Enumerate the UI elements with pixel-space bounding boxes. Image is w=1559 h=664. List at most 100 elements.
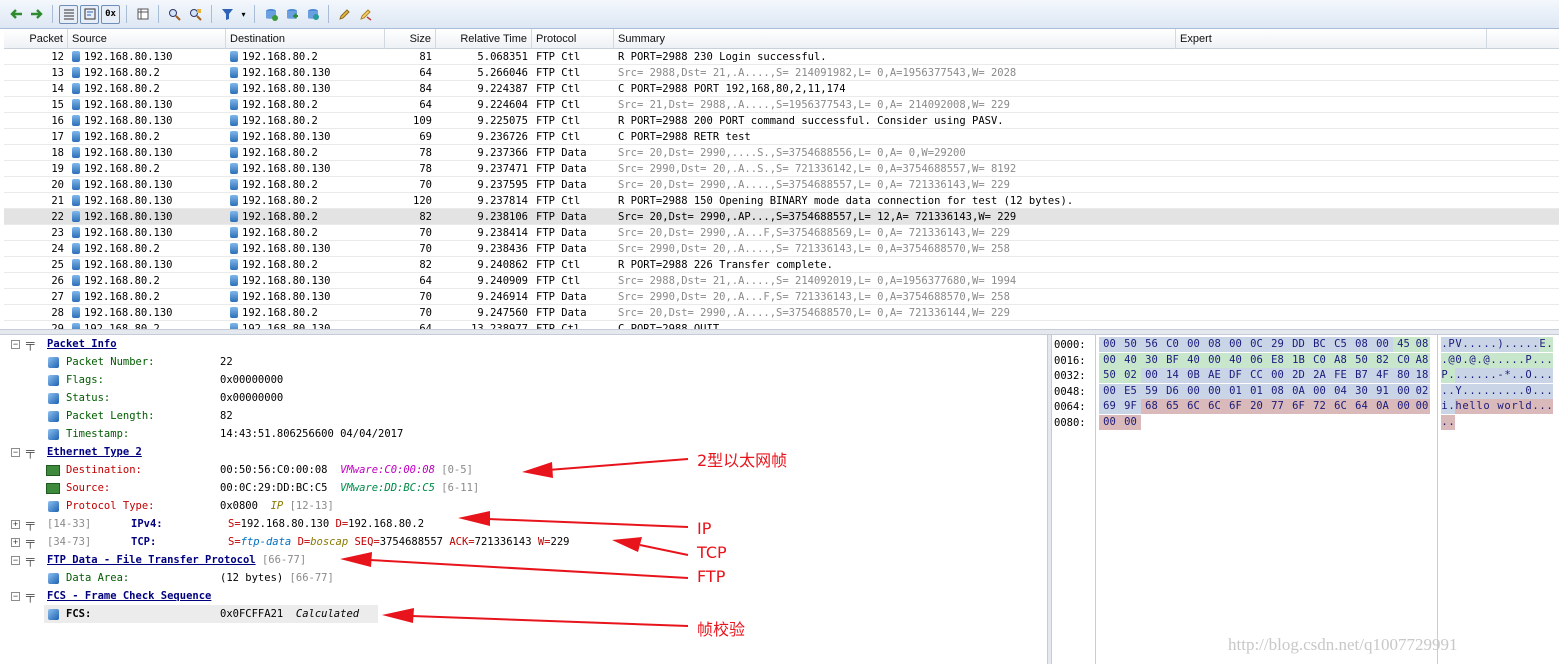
- hex-byte[interactable]: 80: [1393, 368, 1414, 383]
- ascii-char[interactable]: .: [1497, 352, 1504, 368]
- hex-byte[interactable]: 40: [1120, 352, 1141, 368]
- column-header-source[interactable]: Source: [68, 29, 226, 49]
- hex-byte[interactable]: 00: [1183, 337, 1204, 352]
- ascii-char[interactable]: .: [1441, 414, 1448, 430]
- hex-byte[interactable]: 6C: [1204, 399, 1225, 414]
- ascii-char[interactable]: .: [1532, 368, 1539, 383]
- ascii-char[interactable]: .: [1504, 383, 1511, 399]
- hex-byte[interactable]: 0A: [1372, 399, 1393, 414]
- hex-byte[interactable]: 30: [1141, 352, 1162, 368]
- ascii-char[interactable]: .: [1546, 352, 1553, 368]
- hex-byte[interactable]: 50: [1099, 368, 1120, 383]
- table-row[interactable]: 17 192.168.80.2 192.168.80.130 69 9.236726 FT…: [4, 129, 1559, 145]
- ascii-char[interactable]: .: [1518, 352, 1525, 368]
- hex-byte[interactable]: CC: [1246, 368, 1267, 383]
- column-header-summary[interactable]: Summary: [614, 29, 1176, 49]
- ascii-char[interactable]: l: [1518, 399, 1525, 414]
- back-icon[interactable]: [6, 5, 25, 24]
- ascii-char[interactable]: .: [1490, 352, 1497, 368]
- ascii-char[interactable]: [1490, 399, 1497, 414]
- column-header-size[interactable]: Size: [385, 29, 436, 49]
- ascii-char[interactable]: .: [1490, 368, 1497, 383]
- collapse-toggle[interactable]: −: [11, 556, 20, 565]
- ascii-char[interactable]: E: [1539, 337, 1546, 352]
- hex-byte[interactable]: 72: [1309, 399, 1330, 414]
- expand-toggle[interactable]: +: [11, 538, 20, 547]
- hex-byte[interactable]: 06: [1246, 352, 1267, 368]
- hex-byte[interactable]: 20: [1246, 399, 1267, 414]
- hex-byte[interactable]: 50: [1351, 352, 1372, 368]
- ascii-char[interactable]: .: [1539, 383, 1546, 399]
- ascii-char[interactable]: Y: [1455, 383, 1462, 399]
- table-row[interactable]: 18 192.168.80.130 192.168.80.2 78 9.237366 FT…: [4, 145, 1559, 161]
- hex-byte[interactable]: 40: [1225, 352, 1246, 368]
- ascii-char[interactable]: .: [1448, 368, 1455, 383]
- ascii-char[interactable]: i: [1441, 399, 1448, 414]
- collapse-toggle[interactable]: −: [11, 592, 20, 601]
- ascii-char[interactable]: .: [1490, 383, 1497, 399]
- ascii-char[interactable]: @: [1448, 352, 1455, 368]
- table-row[interactable]: 19 192.168.80.2 192.168.80.130 78 9.237471 FT…: [4, 161, 1559, 177]
- ascii-char[interactable]: O: [1525, 368, 1532, 383]
- column-header-packet[interactable]: Packet: [4, 29, 68, 49]
- table-row[interactable]: 13 192.168.80.2 192.168.80.130 64 5.266046 FT…: [4, 65, 1559, 81]
- hex-byte[interactable]: 91: [1372, 383, 1393, 399]
- ascii-char[interactable]: .: [1448, 399, 1455, 414]
- ascii-char[interactable]: w: [1497, 399, 1504, 414]
- table-row[interactable]: 24 192.168.80.2 192.168.80.130 70 9.238436 FT…: [4, 241, 1559, 257]
- save-icon[interactable]: [303, 5, 322, 24]
- expand-toggle[interactable]: +: [11, 520, 20, 529]
- hex-byte[interactable]: 00: [1204, 383, 1225, 399]
- ascii-char[interactable]: .: [1476, 352, 1483, 368]
- ascii-char[interactable]: .: [1441, 383, 1448, 399]
- ascii-char[interactable]: o: [1504, 399, 1511, 414]
- ascii-char[interactable]: .: [1476, 383, 1483, 399]
- column-header-relative-time[interactable]: Relative Time: [436, 29, 532, 49]
- hex-byte[interactable]: 00: [1372, 337, 1393, 352]
- hex-byte[interactable]: 00: [1099, 352, 1120, 368]
- table-row[interactable]: 29 192.168.80.2 192.168.80.130 64 13.238977 F…: [4, 321, 1559, 329]
- chevron-down-icon[interactable]: ▾: [239, 5, 248, 24]
- hex-byte[interactable]: 08: [1267, 383, 1288, 399]
- hex-byte[interactable]: BF: [1162, 352, 1183, 368]
- hex-byte[interactable]: 00: [1267, 368, 1288, 383]
- hex-byte[interactable]: 30: [1351, 383, 1372, 399]
- ascii-char[interactable]: .: [1462, 352, 1469, 368]
- hex-byte[interactable]: DD: [1288, 337, 1309, 352]
- column-header-expert[interactable]: Expert: [1176, 29, 1487, 49]
- hex-byte[interactable]: 45: [1393, 337, 1414, 352]
- ascii-char[interactable]: .: [1497, 383, 1504, 399]
- ascii-char[interactable]: .: [1518, 337, 1525, 352]
- search-icon[interactable]: [165, 5, 184, 24]
- ascii-char[interactable]: .: [1469, 368, 1476, 383]
- ascii-char[interactable]: .: [1483, 368, 1490, 383]
- ascii-char[interactable]: .: [1539, 399, 1546, 414]
- ascii-char[interactable]: .: [1525, 337, 1532, 352]
- ascii-char[interactable]: .: [1476, 368, 1483, 383]
- hex-byte[interactable]: 56: [1141, 337, 1162, 352]
- ascii-char[interactable]: .: [1511, 368, 1518, 383]
- section-fcs[interactable]: FCS - Frame Check Sequence: [47, 587, 211, 605]
- hex-byte[interactable]: 2A: [1309, 368, 1330, 383]
- ascii-char[interactable]: *: [1504, 368, 1511, 383]
- ascii-char[interactable]: .: [1441, 337, 1448, 352]
- hex-byte[interactable]: 08: [1204, 337, 1225, 352]
- ascii-char[interactable]: .: [1518, 368, 1525, 383]
- hex-byte[interactable]: 6C: [1183, 399, 1204, 414]
- ascii-char[interactable]: l: [1476, 399, 1483, 414]
- ascii-char[interactable]: .: [1532, 352, 1539, 368]
- add-filter-icon[interactable]: [261, 5, 280, 24]
- ascii-char[interactable]: .: [1448, 383, 1455, 399]
- hex-byte[interactable]: B7: [1351, 368, 1372, 383]
- table-row[interactable]: 15 192.168.80.130 192.168.80.2 64 9.224604 FT…: [4, 97, 1559, 113]
- hex-byte[interactable]: 00: [1393, 383, 1414, 399]
- hex-byte[interactable]: 68: [1141, 399, 1162, 414]
- hex-byte[interactable]: 0A: [1288, 383, 1309, 399]
- clear-icon[interactable]: [356, 5, 375, 24]
- hex-byte[interactable]: C0: [1309, 352, 1330, 368]
- refresh-icon[interactable]: [282, 5, 301, 24]
- hex-byte[interactable]: 0C: [1246, 337, 1267, 352]
- ascii-char[interactable]: .: [1539, 368, 1546, 383]
- columns-icon[interactable]: [133, 5, 152, 24]
- section-ethernet[interactable]: Ethernet Type 2: [47, 443, 142, 461]
